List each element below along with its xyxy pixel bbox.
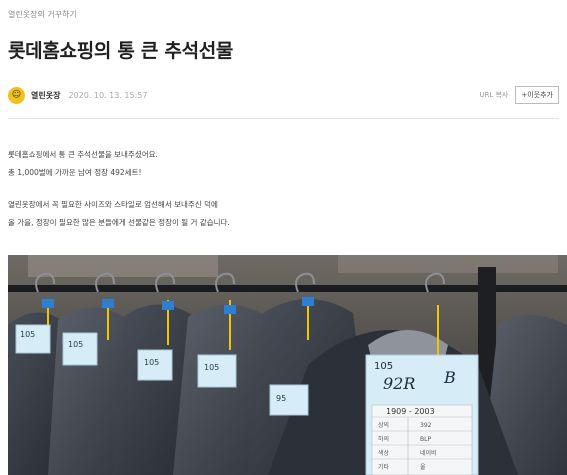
small-tag-label: 105 xyxy=(20,330,35,339)
tag-row-value: 네이비 xyxy=(420,449,437,457)
tag-row-value: 392 xyxy=(420,422,432,429)
author-name[interactable]: 열린옷장 xyxy=(31,90,60,101)
tag-size: 105 xyxy=(374,361,393,372)
tag-fit: 92R xyxy=(383,374,415,393)
tag-row-value: 울 xyxy=(420,464,426,471)
tag-row-label: 상의 xyxy=(378,421,389,429)
url-copy-link[interactable]: URL 복사 xyxy=(479,90,508,100)
small-tag-label: 105 xyxy=(144,358,159,367)
main-size-tag: 105 92R B 1909 - 2003 상의 392 하의 BLP 색상 네… xyxy=(365,354,479,475)
tag-row-label: 기타 xyxy=(378,463,390,471)
body-paragraph: 열린옷장에서 꼭 필요한 사이즈와 스타일로 엄선해서 보내주신 덕에 xyxy=(8,200,218,209)
post-title: 롯데홈쇼핑의 통 큰 추석선물 xyxy=(8,40,234,62)
body-paragraph: 총 1,000벌에 가까운 남여 정장 492세트! xyxy=(8,168,142,177)
body-paragraph: 롯데홈쇼핑에서 통 큰 추석선물을 보내주셨어요. xyxy=(8,150,158,159)
add-neighbor-button[interactable]: +이웃추가 xyxy=(515,86,559,104)
small-tag-label: 95 xyxy=(276,394,286,403)
small-tag-label: 105 xyxy=(68,340,83,349)
tag-code: 1909 - 2003 xyxy=(386,407,435,416)
post-meta-bar: ☺ 열린옷장 2020. 10. 13. 15:57 URL 복사 +이웃추가 xyxy=(8,86,559,104)
post-date: 2020. 10. 13. 15:57 xyxy=(68,90,148,100)
tag-row-value: BLP xyxy=(420,436,431,443)
blog-post-page: 열린옷장의 거꾸하기 롯데홈쇼핑의 통 큰 추석선물 ☺ 열린옷장 2020. … xyxy=(0,0,567,475)
tag-grade: B xyxy=(443,368,456,387)
small-tag-label: 105 xyxy=(204,363,219,372)
tag-row-label: 하의 xyxy=(378,435,389,443)
suit-rack-photo: 105 105 105 105 95 105 92R B 1909 - 2003 xyxy=(8,255,567,475)
tag-row-label: 색상 xyxy=(378,449,390,457)
suit-rack-illustration: 105 105 105 105 95 105 92R B 1909 - 2003 xyxy=(8,255,567,475)
author-avatar-icon[interactable]: ☺ xyxy=(8,86,25,104)
post-category-link[interactable]: 열린옷장의 거꾸하기 xyxy=(8,9,77,20)
body-paragraph: 올 가을, 정장이 필요한 많은 분들에게 선물같은 정장이 될 거 같습니다. xyxy=(8,218,230,227)
meta-divider xyxy=(8,118,559,119)
